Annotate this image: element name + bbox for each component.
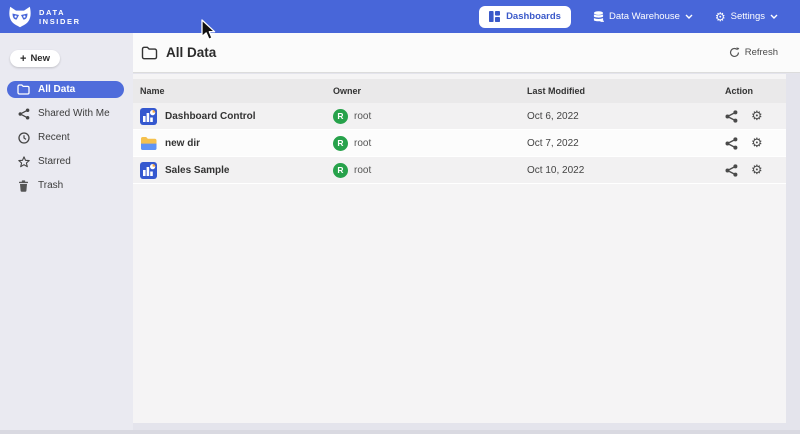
last-modified: Oct 7, 2022 — [527, 138, 722, 149]
share-action-icon[interactable] — [725, 137, 738, 150]
sidebar-item-label: All Data — [38, 84, 75, 95]
sidebar-item-label: Starred — [38, 156, 71, 167]
new-button[interactable]: + New — [10, 50, 60, 67]
table-row[interactable]: Sales Sample R root Oct 10, 2022 ⚙ — [133, 157, 786, 184]
sidebar: + New All Data Shared With Me — [0, 33, 133, 430]
data-warehouse-label: Data Warehouse — [609, 11, 680, 22]
dashboards-icon — [489, 11, 500, 22]
settings-label: Settings — [731, 11, 765, 22]
file-table: Name Owner Last Modified Action Dashboar… — [133, 74, 786, 423]
share-action-icon[interactable] — [725, 110, 738, 123]
page-title-text: All Data — [166, 45, 216, 60]
column-header-last-modified: Last Modified — [527, 86, 722, 96]
owner-avatar: R — [333, 163, 348, 178]
folder-icon — [17, 84, 30, 95]
table-header-row: Name Owner Last Modified Action — [133, 79, 786, 103]
share-action-icon[interactable] — [725, 164, 738, 177]
gear-icon: ⚙ — [715, 11, 726, 23]
column-header-owner: Owner — [333, 86, 527, 96]
table-row[interactable]: new dir R root Oct 7, 2022 ⚙ — [133, 130, 786, 157]
owner-avatar: R — [333, 136, 348, 151]
owner-name: root — [354, 165, 371, 176]
brand: DATA INSIDER — [8, 6, 81, 28]
sidebar-item-starred[interactable]: Starred — [7, 153, 124, 170]
owner-avatar: R — [333, 109, 348, 124]
sidebar-item-label: Trash — [38, 180, 63, 191]
sidebar-item-trash[interactable]: Trash — [7, 177, 124, 194]
sidebar-item-label: Shared With Me — [38, 108, 110, 119]
settings-action-icon[interactable]: ⚙ — [751, 137, 763, 150]
dashboard-file-icon — [140, 162, 157, 179]
chevron-down-icon — [770, 14, 778, 19]
page-title: All Data — [141, 45, 216, 60]
content-header: All Data Refresh — [133, 33, 800, 73]
column-header-name: Name — [140, 86, 333, 96]
plus-icon: + — [20, 53, 26, 65]
share-icon — [17, 108, 30, 120]
settings-action-icon[interactable]: ⚙ — [751, 110, 763, 123]
column-header-action: Action — [722, 86, 782, 96]
file-name[interactable]: new dir — [165, 138, 200, 149]
last-modified: Oct 10, 2022 — [527, 165, 722, 176]
settings-action-icon[interactable]: ⚙ — [751, 164, 763, 177]
database-icon — [593, 11, 604, 23]
settings-menu[interactable]: ⚙ Settings — [715, 11, 778, 23]
chevron-down-icon — [685, 14, 693, 19]
owner-name: root — [354, 138, 371, 149]
sidebar-item-recent[interactable]: Recent — [7, 129, 124, 146]
refresh-icon — [729, 47, 740, 58]
file-name[interactable]: Sales Sample — [165, 165, 229, 176]
folder-icon — [141, 46, 158, 60]
top-navbar: DATA INSIDER Dashboards Data Warehouse — [0, 0, 800, 33]
new-button-label: New — [30, 53, 50, 64]
sidebar-item-label: Recent — [38, 132, 70, 143]
dashboards-label: Dashboards — [506, 11, 561, 22]
dashboards-button[interactable]: Dashboards — [479, 6, 571, 28]
owner-name: root — [354, 111, 371, 122]
refresh-button[interactable]: Refresh — [729, 47, 778, 58]
owl-logo-icon — [8, 6, 32, 28]
last-modified: Oct 6, 2022 — [527, 111, 722, 122]
trash-icon — [17, 180, 30, 192]
folder-file-icon — [140, 136, 157, 151]
file-name[interactable]: Dashboard Control — [165, 111, 256, 122]
window-bottom-edge — [0, 430, 800, 434]
sidebar-item-all-data[interactable]: All Data — [7, 81, 124, 98]
star-icon — [17, 156, 30, 168]
table-row[interactable]: Dashboard Control R root Oct 6, 2022 ⚙ — [133, 103, 786, 130]
data-warehouse-menu[interactable]: Data Warehouse — [593, 11, 693, 23]
refresh-label: Refresh — [745, 47, 778, 58]
brand-name: DATA INSIDER — [39, 8, 81, 26]
dashboard-file-icon — [140, 108, 157, 125]
clock-icon — [17, 132, 30, 144]
sidebar-item-shared-with-me[interactable]: Shared With Me — [7, 105, 124, 122]
